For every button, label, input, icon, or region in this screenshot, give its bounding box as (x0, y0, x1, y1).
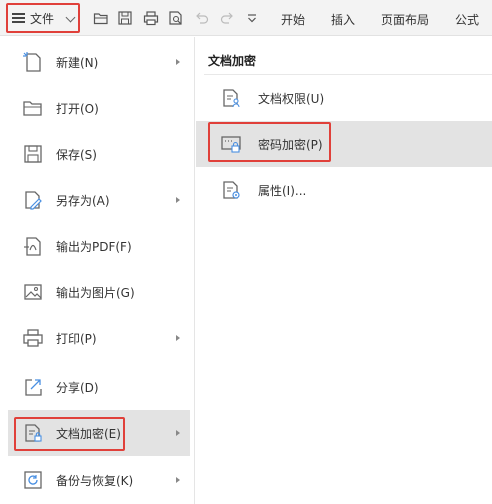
submenu-title: 文档加密 (208, 54, 257, 68)
print-icon[interactable] (143, 10, 159, 26)
hamburger-icon (12, 13, 25, 23)
menu-item-label: 打印(P) (56, 332, 97, 346)
highlight-box (208, 122, 331, 162)
highlight-box (14, 417, 125, 451)
submenu-arrow-icon (176, 59, 180, 65)
menu-item-export-image[interactable]: 输出为图片(G) (8, 269, 190, 315)
print-preview-icon[interactable] (168, 10, 184, 26)
menu-item-backup-restore[interactable]: 备份与恢复(K) (8, 457, 190, 503)
menu-item-label: 新建(N) (56, 56, 99, 70)
save-as-icon (22, 189, 44, 211)
file-menu-button[interactable]: 文件 (6, 3, 80, 33)
menu-item-label: 分享(D) (56, 381, 99, 395)
toolbar: 文件 开始 插入 页面布局 公式 (0, 0, 492, 36)
submenu-item-label: 属性(I)... (258, 184, 307, 198)
menu-item-label: 另存为(A) (56, 194, 110, 208)
tab-insert[interactable]: 插入 (331, 11, 355, 28)
chevron-down-icon (65, 12, 76, 23)
menu-item-open[interactable]: 打开(O) (8, 85, 190, 131)
file-menu: 新建(N) 打开(O) 保存(S) 另存为(A) 输出为PDF(F) 输出为图片… (0, 37, 195, 504)
export-image-icon (22, 281, 44, 303)
document-permission-icon (220, 87, 242, 109)
menu-item-label: 输出为图片(G) (56, 286, 135, 300)
submenu-arrow-icon (176, 335, 180, 341)
menu-item-label: 输出为PDF(F) (56, 240, 132, 254)
menu-item-label: 备份与恢复(K) (56, 474, 134, 488)
backup-restore-icon (22, 469, 44, 491)
open-folder-icon[interactable] (93, 10, 109, 26)
submenu-arrow-icon (176, 197, 180, 203)
menu-item-new[interactable]: 新建(N) (8, 39, 190, 85)
menu-item-export-pdf[interactable]: 输出为PDF(F) (8, 223, 190, 269)
submenu-item-properties[interactable]: 属性(I)... (196, 167, 492, 213)
customize-quick-access-icon[interactable] (244, 10, 260, 26)
share-icon (22, 376, 44, 398)
print-icon (22, 327, 44, 349)
submenu-arrow-icon (176, 430, 180, 436)
menu-item-print[interactable]: 打印(P) (8, 315, 190, 361)
folder-open-icon (22, 97, 44, 119)
menu-item-share[interactable]: 分享(D) (8, 364, 190, 410)
menu-item-save[interactable]: 保存(S) (8, 131, 190, 177)
tab-formula[interactable]: 公式 (455, 11, 479, 28)
export-pdf-icon (22, 235, 44, 257)
save-icon (22, 143, 44, 165)
save-icon[interactable] (117, 10, 133, 26)
redo-icon[interactable] (219, 10, 235, 26)
new-doc-icon (22, 51, 44, 73)
submenu-item-document-permission[interactable]: 文档权限(U) (196, 75, 492, 121)
document-encrypt-submenu: 文档加密 文档权限(U) 密码加密(P) 属性(I)... (196, 37, 492, 504)
menu-item-save-as[interactable]: 另存为(A) (8, 177, 190, 223)
menu-item-label: 打开(O) (56, 102, 99, 116)
tab-start[interactable]: 开始 (281, 11, 305, 28)
undo-icon[interactable] (194, 10, 210, 26)
properties-icon (220, 179, 242, 201)
file-menu-label: 文件 (30, 11, 55, 26)
tab-page-layout[interactable]: 页面布局 (381, 11, 429, 28)
submenu-arrow-icon (176, 477, 180, 483)
menu-item-label: 保存(S) (56, 148, 97, 162)
submenu-item-label: 文档权限(U) (258, 92, 325, 106)
